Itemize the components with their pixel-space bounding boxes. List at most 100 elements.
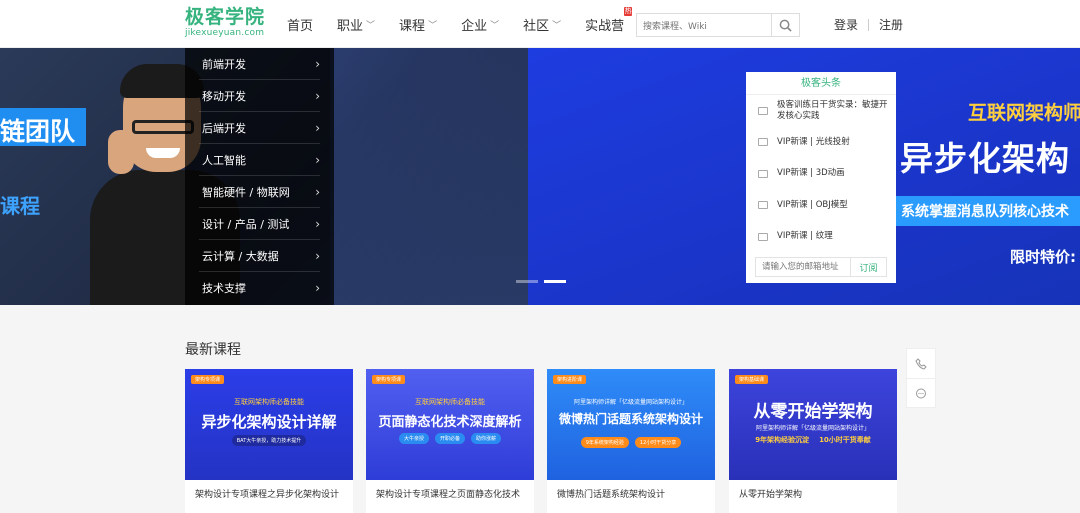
category-item-design[interactable]: 设计 / 产品 / 测试 ›	[199, 208, 320, 240]
course-cover-title: 页面静态化技术深度解析	[378, 415, 522, 430]
chevron-right-icon: ›	[315, 281, 320, 295]
carousel-dots	[516, 280, 572, 283]
chat-icon[interactable]	[907, 379, 935, 409]
search-box	[636, 13, 800, 38]
nav-home[interactable]: 首页	[287, 15, 313, 34]
email-input[interactable]	[756, 258, 850, 276]
news-item-text: VIP新课 | 3D动画	[777, 168, 845, 179]
category-item-iot[interactable]: 智能硬件 / 物联网 ›	[199, 176, 320, 208]
category-item-frontend[interactable]: 前端开发 ›	[199, 48, 320, 80]
video-icon	[758, 201, 768, 210]
course-tag: 架构专项课	[191, 375, 225, 384]
nav-enterprise[interactable]: 企业 ﹀	[461, 15, 499, 34]
course-tag: 架构基础课	[735, 375, 769, 384]
news-item[interactable]: VIP新课 | 光线投射	[746, 127, 896, 159]
person-hand	[108, 130, 134, 174]
chevron-down-icon: ﹀	[366, 20, 376, 31]
phone-icon-svg	[915, 357, 927, 370]
chevron-right-icon: ›	[315, 248, 320, 263]
course-pills: BAT大牛亲授，助力技术提升	[185, 435, 353, 446]
chevron-down-icon: ﹀	[428, 20, 438, 31]
news-title: 极客头条	[746, 72, 896, 95]
register-link[interactable]: 注册	[879, 16, 903, 33]
banner-right-title-1: 互联网架构师	[968, 102, 1080, 124]
category-item-mobile[interactable]: 移动开发 ›	[199, 80, 320, 112]
course-pill: BAT大牛亲授，助力技术提升	[231, 435, 307, 446]
course-name[interactable]: 架构设计专项课程之页面静态化技术	[366, 480, 534, 502]
course-name[interactable]: 从零开始学架构	[729, 480, 897, 502]
section-title: 最新课程	[185, 342, 241, 358]
category-label: 后端开发	[202, 121, 246, 135]
course-card[interactable]: 架构基础课 从零开始学架构 阿里架构师详解「亿级流量网站架构设计」 9年架构经验…	[729, 369, 897, 513]
hero-banner[interactable]: 链团队 课程 互联网架构师 异步化架构 系统掌握消息队列核心技术 限时特价:	[0, 48, 1080, 305]
course-name[interactable]: 微博热门话题系统架构设计	[547, 480, 715, 502]
chevron-down-icon: ﹀	[490, 20, 500, 31]
news-item[interactable]: VIP新课 | 3D动画	[746, 158, 896, 190]
chevron-right-icon: ›	[315, 216, 320, 231]
course-card[interactable]: 架构专项课 互联网架构师必备技能 页面静态化技术深度解析 大牛亲授 开职必备 助…	[366, 369, 534, 513]
category-item-ai[interactable]: 人工智能 ›	[199, 144, 320, 176]
course-card[interactable]: 架构进阶课 阿里架构师详解「亿级流量网站架构设计」 微博热门话题系统架构设计 9…	[547, 369, 715, 513]
banner-left-text-2: 课程	[0, 194, 40, 218]
course-pill: 10小时干货奉献	[819, 436, 871, 444]
course-pills: 9年架构经验沉淀 10小时干货奉献	[729, 433, 897, 447]
subscribe-form: 订阅	[755, 257, 887, 277]
chevron-right-icon: ›	[315, 184, 320, 199]
divider	[868, 18, 870, 31]
category-label: 云计算 / 大数据	[202, 249, 279, 263]
news-item[interactable]: VIP新课 | OBJ模型	[746, 190, 896, 222]
nav-label: 企业	[461, 18, 488, 34]
chevron-right-icon: ›	[315, 56, 320, 71]
nav-label: 实战营	[585, 18, 625, 34]
video-icon	[758, 169, 768, 178]
course-pills: 大牛亲授 开职必备 助你涨薪	[366, 433, 534, 444]
chevron-right-icon: ›	[315, 152, 320, 167]
search-input[interactable]	[637, 16, 771, 38]
course-pill: 开职必备	[434, 433, 465, 444]
video-icon	[758, 232, 768, 241]
carousel-dot[interactable]	[516, 280, 538, 283]
course-card[interactable]: 架构专项课 互联网架构师必备技能 异步化架构设计详解 BAT大牛亲授，助力技术提…	[185, 369, 353, 513]
nav-career[interactable]: 职业 ﹀	[337, 15, 375, 34]
course-pill: 9年系统架构经验	[580, 437, 629, 448]
search-button[interactable]	[771, 14, 799, 36]
subscribe-button[interactable]: 订阅	[850, 258, 886, 276]
magnifier-icon	[779, 19, 792, 32]
main-nav: 首页 职业 ﹀ 课程 ﹀ 企业 ﹀ 社区 ﹀ 实战营热	[287, 0, 648, 48]
course-cover-title: 异步化架构设计详解	[201, 413, 337, 431]
category-label: 技术支撑	[202, 282, 246, 295]
logo-subtext: jikexueyuan.com	[185, 28, 265, 38]
login-link[interactable]: 登录	[834, 16, 858, 33]
floating-toolbar	[906, 348, 936, 408]
nav-label: 首页	[287, 18, 314, 34]
course-cover: 架构专项课 互联网架构师必备技能 页面静态化技术深度解析 大牛亲授 开职必备 助…	[366, 369, 534, 480]
chevron-down-icon: ﹀	[552, 20, 562, 31]
category-item-cloud[interactable]: 云计算 / 大数据 ›	[199, 240, 320, 272]
nav-label: 社区	[523, 18, 550, 34]
hot-badge: 热	[624, 6, 633, 16]
category-label: 智能硬件 / 物联网	[202, 185, 290, 199]
phone-icon[interactable]	[907, 349, 935, 379]
course-pill: 助你涨薪	[471, 433, 502, 444]
course-cover-sub: 互联网架构师必备技能	[234, 398, 304, 406]
course-tag: 架构专项课	[372, 375, 406, 384]
banner-right-title-2: 异步化架构	[900, 139, 1070, 178]
logo-text: 极客学院	[185, 6, 266, 28]
course-cover-sub: 互联网架构师必备技能	[415, 398, 485, 406]
carousel-dot-active[interactable]	[544, 280, 566, 283]
logo[interactable]: 极客学院 jikexueyuan.com	[185, 6, 265, 38]
chevron-right-icon: ›	[315, 120, 320, 135]
course-cover: 架构专项课 互联网架构师必备技能 异步化架构设计详解 BAT大牛亲授，助力技术提…	[185, 369, 353, 480]
category-label: 前端开发	[202, 57, 246, 71]
course-cover-title: 从零开始学架构	[753, 402, 873, 422]
news-item[interactable]: 极客训练日干货实录：敏捷开发核心实践	[746, 95, 896, 127]
nav-bootcamp[interactable]: 实战营 热	[585, 6, 633, 34]
course-name[interactable]: 架构设计专项课程之异步化架构设计	[185, 480, 353, 502]
nav-community[interactable]: 社区 ﹀	[523, 15, 561, 34]
news-item[interactable]: VIP新课 | 纹理	[746, 221, 896, 253]
nav-label: 职业	[337, 18, 364, 34]
nav-courses[interactable]: 课程 ﹀	[399, 15, 437, 34]
category-item-backend[interactable]: 后端开发 ›	[199, 112, 320, 144]
category-item-support[interactable]: 技术支撑 ›	[199, 272, 320, 304]
video-icon	[758, 138, 768, 147]
